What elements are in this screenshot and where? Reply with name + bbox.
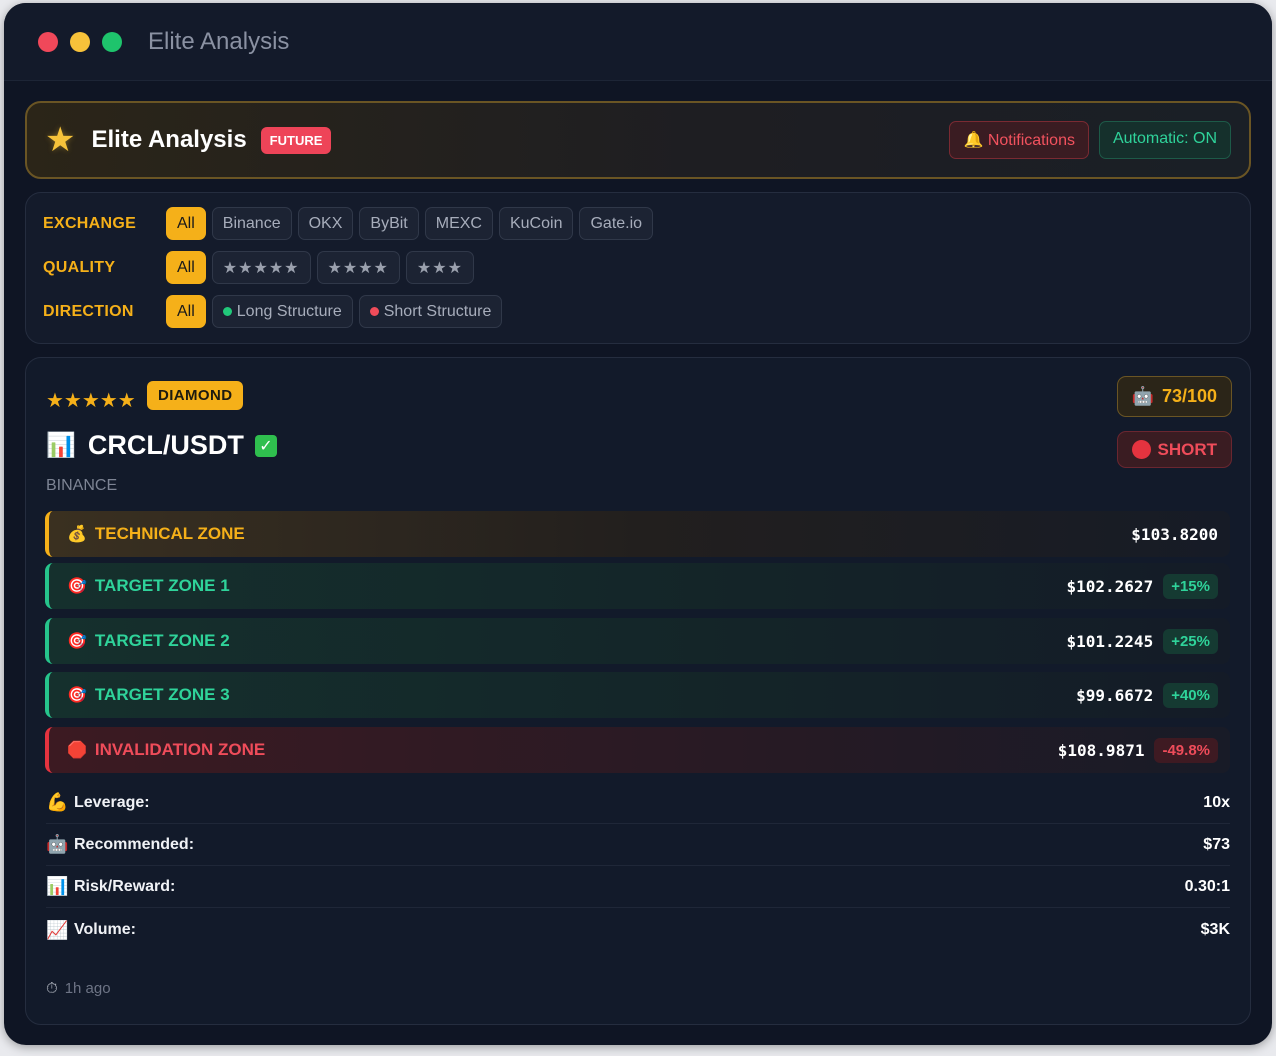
exchange-chip-kucoin[interactable]: KuCoin bbox=[498, 207, 574, 240]
zone-percent-badge: +15% bbox=[1163, 573, 1218, 599]
star-icon: ★ bbox=[45, 121, 76, 159]
exchange-filter-label: EXCHANGE bbox=[43, 214, 137, 232]
zone-price: $108.9871 bbox=[1057, 740, 1145, 760]
quality-chip-4-stars[interactable]: ★★★★ bbox=[316, 251, 400, 284]
robot-icon: 🤖 bbox=[46, 834, 69, 854]
direction-filter-row: DIRECTION All Long Structure Short Struc… bbox=[43, 295, 508, 328]
score-badge: 🤖 73/100 bbox=[1116, 376, 1232, 417]
green-dot-icon bbox=[222, 307, 232, 316]
quality-chip-5-stars[interactable]: ★★★★★ bbox=[211, 251, 311, 284]
zone-label: TARGET ZONE 2 bbox=[94, 631, 230, 650]
direction-badge: SHORT bbox=[1116, 431, 1232, 468]
target-icon: 🎯 bbox=[67, 687, 87, 704]
target-zone-3-row: 🎯 TARGET ZONE 3 $99.6672 +40% bbox=[45, 672, 1230, 718]
risk-reward-row: 📊 Risk/Reward: 0.30:1 bbox=[46, 866, 1230, 908]
stop-sign-icon: 🛑 bbox=[67, 742, 87, 759]
exchange-chip-gateio[interactable]: Gate.io bbox=[579, 207, 654, 240]
zone-percent-badge: -49.8% bbox=[1154, 737, 1218, 763]
score-value: 73/100 bbox=[1161, 386, 1217, 406]
bar-chart-icon: 📊 bbox=[46, 432, 76, 459]
zone-label: INVALIDATION ZONE bbox=[94, 740, 266, 759]
quality-chip-3-stars[interactable]: ★★★ bbox=[405, 251, 474, 284]
target-icon: 🎯 bbox=[67, 633, 87, 650]
stat-label: Risk/Reward: bbox=[74, 877, 176, 895]
title-bar: Elite Analysis bbox=[4, 3, 1272, 81]
robot-icon: 🤖 bbox=[1131, 386, 1154, 406]
minimize-window-button[interactable] bbox=[70, 31, 90, 52]
direction-chip-short[interactable]: Short Structure bbox=[358, 295, 503, 328]
zone-price: $103.8200 bbox=[1131, 524, 1218, 544]
notifications-button[interactable]: 🔔 Notifications bbox=[949, 121, 1089, 159]
maximize-window-button[interactable] bbox=[102, 31, 122, 52]
header-panel: ★ Elite Analysis FUTURE 🔔 Notifications … bbox=[25, 101, 1251, 179]
bar-chart-icon: 📊 bbox=[46, 876, 69, 896]
zone-label: TARGET ZONE 3 bbox=[94, 685, 230, 704]
volume-row: 📈 Volume: $3K bbox=[46, 909, 1230, 951]
exchange-chip-mexc[interactable]: MEXC bbox=[424, 207, 493, 240]
check-icon: ✓ bbox=[254, 434, 277, 457]
exchange-name: BINANCE bbox=[46, 477, 118, 494]
app-window: Elite Analysis ★ Elite Analysis FUTURE 🔔… bbox=[4, 3, 1272, 1045]
exchange-chip-all[interactable]: All bbox=[166, 207, 206, 240]
direction-chip-all[interactable]: All bbox=[166, 295, 206, 328]
pair-name: CRCL/USDT bbox=[87, 430, 244, 460]
zone-price: $99.6672 bbox=[1076, 685, 1154, 705]
filters-panel: EXCHANGE All Binance OKX ByBit MEXC KuCo… bbox=[25, 192, 1251, 344]
app-title: Elite Analysis bbox=[91, 126, 247, 153]
technical-zone-row: 💰 TECHNICAL ZONE $103.8200 bbox=[45, 511, 1230, 557]
flexed-arm-icon: 💪 bbox=[46, 792, 69, 812]
red-dot-icon bbox=[369, 307, 379, 316]
exchange-chip-binance[interactable]: Binance bbox=[211, 207, 292, 240]
target-zone-1-row: 🎯 TARGET ZONE 1 $102.2627 +15% bbox=[45, 563, 1230, 609]
quality-filter-row: QUALITY All ★★★★★ ★★★★ ★★★ bbox=[43, 251, 480, 284]
recommended-row: 🤖 Recommended: $73 bbox=[46, 824, 1230, 866]
stop-circle-icon bbox=[1131, 440, 1151, 459]
close-window-button[interactable] bbox=[38, 31, 58, 52]
stat-label: Leverage: bbox=[74, 793, 150, 811]
automatic-toggle[interactable]: Automatic: ON bbox=[1098, 121, 1231, 159]
direction-chip-short-label: Short Structure bbox=[383, 302, 492, 320]
quality-stars: ★★★★★ bbox=[46, 390, 136, 412]
zone-label: TARGET ZONE 1 bbox=[94, 576, 230, 595]
stat-value: 10x bbox=[1203, 793, 1230, 811]
direction-filter-label: DIRECTION bbox=[43, 302, 134, 320]
invalidation-zone-row: 🛑 INVALIDATION ZONE $108.9871 -49.8% bbox=[45, 727, 1230, 773]
chart-increasing-icon: 📈 bbox=[46, 919, 69, 940]
direction-chip-long[interactable]: Long Structure bbox=[211, 295, 353, 328]
future-badge: FUTURE bbox=[260, 126, 332, 154]
window-title: Elite Analysis bbox=[148, 27, 290, 55]
stopwatch-icon: ⏱ bbox=[46, 980, 58, 997]
zone-label: TECHNICAL ZONE bbox=[94, 524, 245, 543]
timestamp: ⏱ 1h ago bbox=[46, 980, 111, 997]
quality-filter-label: QUALITY bbox=[43, 258, 116, 276]
quality-chip-all[interactable]: All bbox=[166, 251, 206, 284]
pair-row: 📊 CRCL/USDT ✓ bbox=[46, 430, 277, 461]
signal-card[interactable]: ★★★★★ DIAMOND 🤖 73/100 📊 CRCL/USDT ✓ SHO… bbox=[25, 357, 1251, 1025]
target-zone-2-row: 🎯 TARGET ZONE 2 $101.2245 +25% bbox=[45, 618, 1230, 664]
exchange-filter-row: EXCHANGE All Binance OKX ByBit MEXC KuCo… bbox=[43, 207, 659, 240]
exchange-chip-okx[interactable]: OKX bbox=[297, 207, 354, 240]
tier-badge: DIAMOND bbox=[147, 381, 244, 410]
stat-value: $73 bbox=[1203, 835, 1230, 853]
stat-value: $3K bbox=[1200, 921, 1230, 938]
exchange-chip-bybit[interactable]: ByBit bbox=[359, 207, 419, 240]
direction-label: SHORT bbox=[1157, 439, 1218, 459]
stat-label: Volume: bbox=[74, 921, 136, 938]
stat-label: Recommended: bbox=[74, 835, 195, 853]
direction-chip-long-label: Long Structure bbox=[236, 302, 342, 320]
zone-percent-badge: +40% bbox=[1163, 682, 1218, 708]
money-bag-icon: 💰 bbox=[67, 526, 87, 543]
zone-percent-badge: +25% bbox=[1163, 628, 1218, 654]
zone-price: $102.2627 bbox=[1066, 576, 1154, 596]
zone-price: $101.2245 bbox=[1066, 631, 1154, 651]
target-icon: 🎯 bbox=[67, 578, 87, 595]
time-ago: 1h ago bbox=[64, 980, 111, 997]
leverage-row: 💪 Leverage: 10x bbox=[46, 782, 1230, 824]
stat-value: 0.30:1 bbox=[1184, 877, 1230, 895]
